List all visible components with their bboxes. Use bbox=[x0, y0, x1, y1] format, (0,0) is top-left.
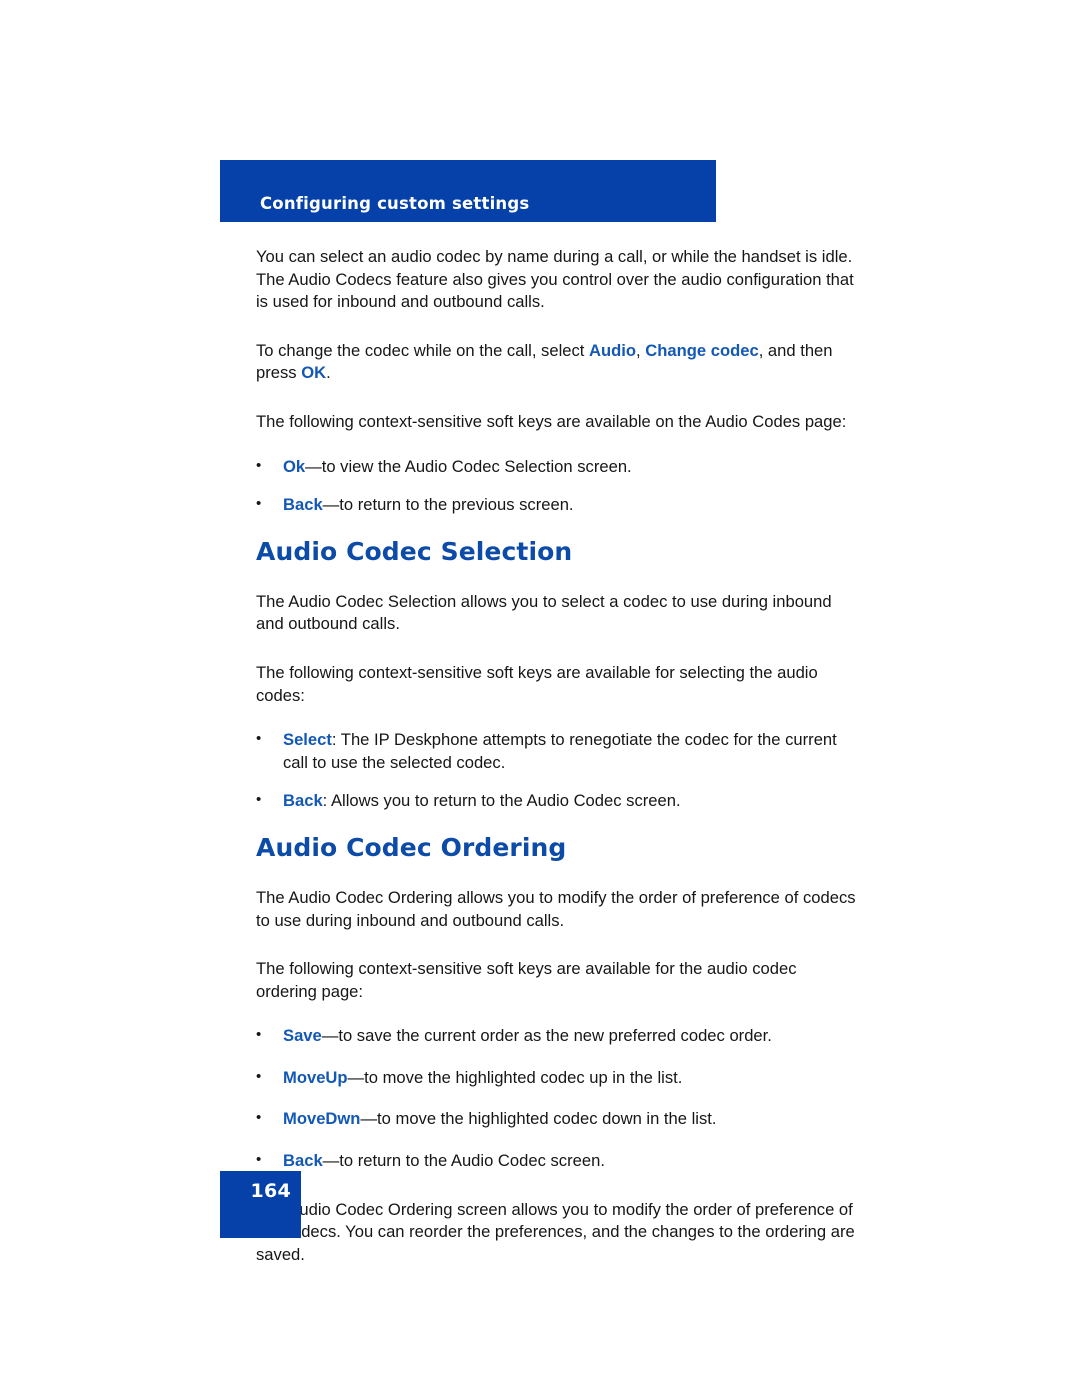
softkey-description: —to view the Audio Codec Selection scree… bbox=[305, 456, 632, 476]
running-header-banner: Configuring custom settings bbox=[220, 160, 716, 222]
text-fragment: To change the codec while on the call, s… bbox=[256, 340, 590, 360]
softkey-term: MoveUp bbox=[283, 1067, 348, 1087]
term-change-codec: Change codec bbox=[645, 340, 759, 360]
running-header-title: Configuring custom settings bbox=[260, 194, 530, 213]
list-item: • Back: Allows you to return to the Audio… bbox=[256, 790, 856, 813]
paragraph-intro: You can select an audio codec by name du… bbox=[256, 247, 854, 312]
heading-audio-codec-ordering: Audio Codec Ordering bbox=[256, 832, 567, 862]
term-ok: OK bbox=[301, 363, 327, 383]
paragraph-codec-selection: The Audio Codec Selection allows you to … bbox=[256, 591, 832, 634]
bullet-icon: • bbox=[256, 495, 262, 513]
softkey-list-codec-ordering: • Save—to save the current order as the n… bbox=[256, 1025, 856, 1172]
bullet-icon: • bbox=[256, 791, 262, 809]
paragraph-change-codec: To change the codec while on the call, s… bbox=[256, 340, 856, 385]
list-item: • Save—to save the current order as the n… bbox=[256, 1025, 856, 1048]
bullet-icon: • bbox=[256, 1151, 262, 1169]
bullet-icon: • bbox=[256, 1109, 262, 1127]
heading-audio-codec-selection: Audio Codec Selection bbox=[256, 536, 573, 566]
bullet-icon: • bbox=[256, 730, 262, 748]
softkey-description: : Allows you to return to the Audio Code… bbox=[322, 791, 681, 811]
bullet-icon: • bbox=[256, 456, 262, 474]
paragraph-codec-ordering: The Audio Codec Ordering allows you to m… bbox=[256, 887, 856, 930]
list-item: • Back—to return to the previous screen. bbox=[256, 494, 856, 517]
softkey-description: —to return to the Audio Codec screen. bbox=[322, 1151, 605, 1171]
text-fragment: . bbox=[326, 363, 331, 383]
page-number: 164 bbox=[250, 1180, 291, 1202]
softkey-description: —to save the current order as the new pr… bbox=[321, 1026, 772, 1046]
softkey-term: Save bbox=[283, 1026, 322, 1046]
paragraph-softkeys-intro-1: The following context-sensitive soft key… bbox=[256, 411, 847, 431]
page-number-block: 164 bbox=[220, 1171, 301, 1238]
list-item: • MoveDwn—to move the highlighted codec d… bbox=[256, 1108, 856, 1131]
softkey-description: —to move the highlighted codec up in the… bbox=[347, 1067, 683, 1087]
list-item: • Back—to return to the Audio Codec scree… bbox=[256, 1150, 856, 1173]
softkey-list-audio-codes: • Ok—to view the Audio Codec Selection sc… bbox=[256, 456, 856, 517]
text-fragment: , bbox=[636, 340, 646, 360]
softkey-description: : The IP Deskphone attempts to renegotia… bbox=[283, 730, 837, 772]
list-item: • Select: The IP Deskphone attempts to re… bbox=[256, 729, 856, 774]
bullet-icon: • bbox=[256, 1067, 262, 1085]
softkey-description: —to return to the previous screen. bbox=[322, 495, 574, 515]
paragraph-softkeys-intro-3: The following context-sensitive soft key… bbox=[256, 959, 797, 1001]
document-page: Configuring custom settings You can sele… bbox=[0, 0, 1080, 1397]
list-item: • MoveUp—to move the highlighted codec up… bbox=[256, 1067, 856, 1090]
paragraph-softkeys-intro-2: The following context-sensitive soft key… bbox=[256, 662, 818, 705]
page-content: You can select an audio codec by name du… bbox=[256, 246, 856, 1292]
softkey-term: Select bbox=[283, 730, 332, 750]
softkey-term: Back bbox=[283, 495, 323, 515]
softkey-term: MoveDwn bbox=[283, 1109, 361, 1129]
softkey-list-codec-selection: • Select: The IP Deskphone attempts to re… bbox=[256, 729, 856, 813]
softkey-term: Ok bbox=[283, 456, 306, 476]
list-item: • Ok—to view the Audio Codec Selection sc… bbox=[256, 456, 856, 479]
softkey-term: Back bbox=[283, 791, 323, 811]
term-audio: Audio bbox=[589, 340, 637, 360]
bullet-icon: • bbox=[256, 1026, 262, 1044]
softkey-term: Back bbox=[283, 1151, 323, 1171]
softkey-description: —to move the highlighted codec down in t… bbox=[360, 1109, 717, 1129]
paragraph-codec-ordering-screen: The Audio Codec Ordering screen allows y… bbox=[256, 1199, 855, 1264]
